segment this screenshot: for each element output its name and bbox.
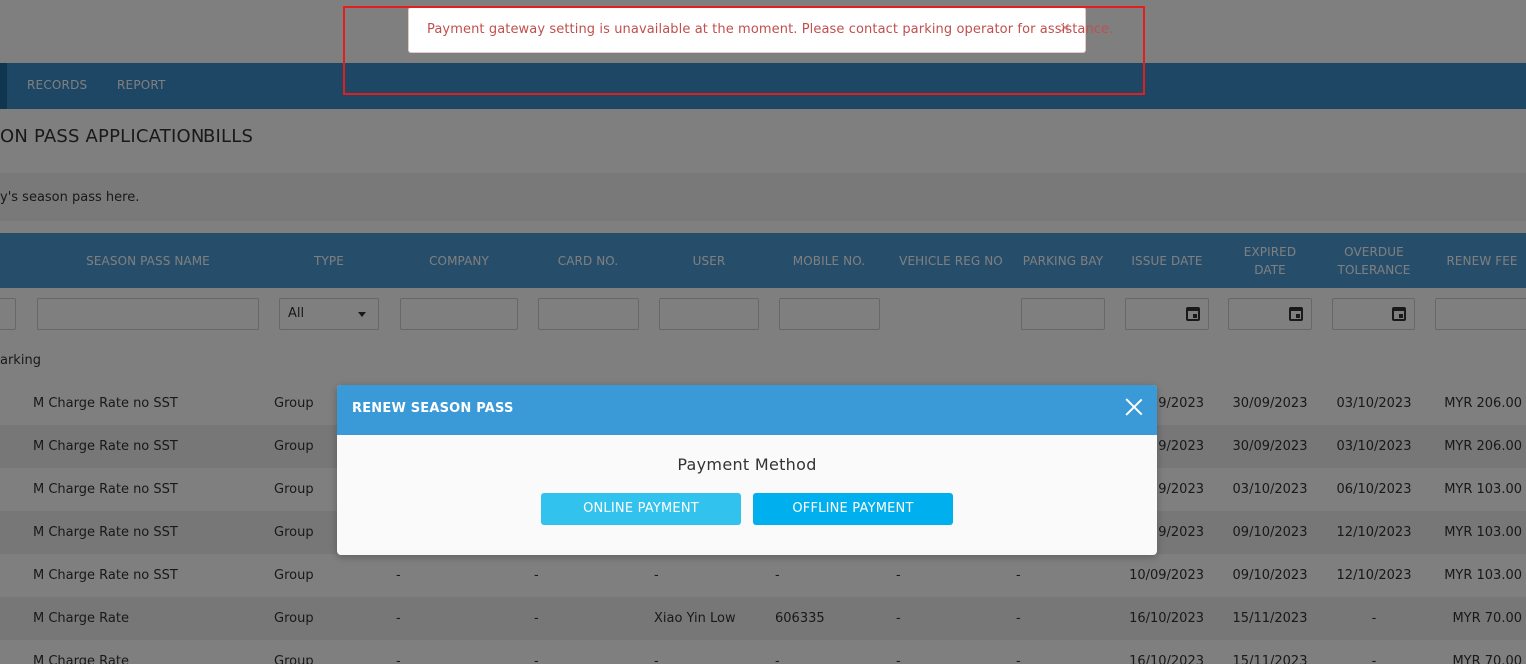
modal-header: RENEW SEASON PASS	[337, 385, 1157, 435]
highlight-box	[343, 6, 1145, 95]
modal-title: RENEW SEASON PASS	[352, 401, 514, 416]
renew-season-pass-modal: RENEW SEASON PASS Payment Method ONLINE …	[337, 385, 1157, 555]
modal-backdrop[interactable]	[0, 0, 1526, 664]
online-payment-button[interactable]: ONLINE PAYMENT	[541, 493, 741, 525]
close-icon[interactable]	[1123, 396, 1145, 418]
offline-payment-button[interactable]: OFFLINE PAYMENT	[753, 493, 953, 525]
payment-method-label: Payment Method	[677, 455, 817, 474]
